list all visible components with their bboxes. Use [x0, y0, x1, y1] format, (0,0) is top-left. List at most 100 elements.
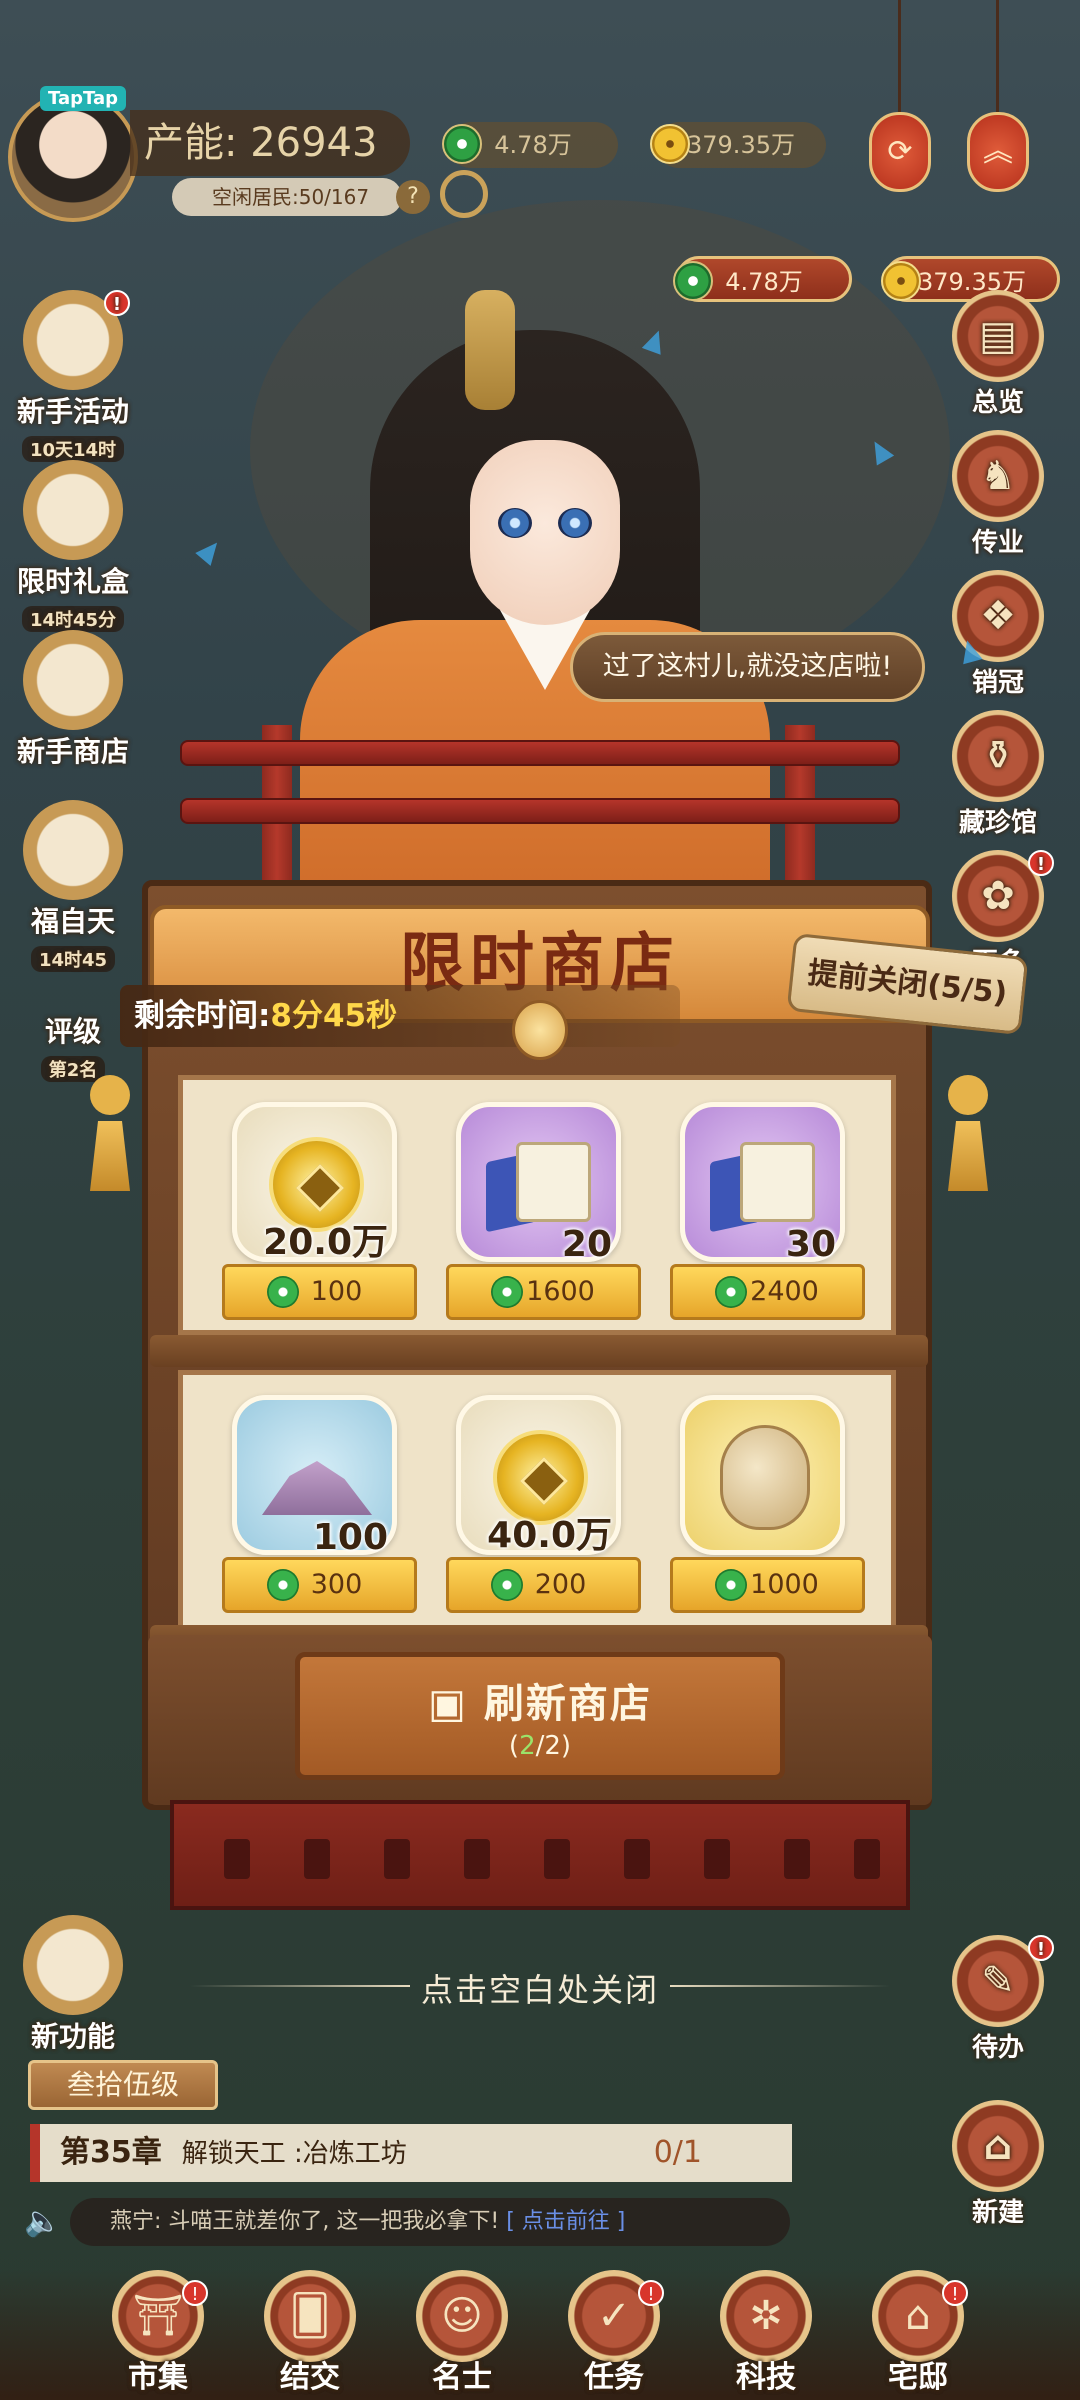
tassel-right-icon — [940, 1075, 996, 1215]
news-link[interactable]: [ 点击前往 ] — [506, 2209, 625, 2234]
build-button[interactable]: ⌂ 新建 — [938, 2100, 1058, 2229]
right-menu-museum[interactable]: ⚱ 藏珍馆 — [938, 710, 1058, 839]
jade-top-value: 4.78万 — [494, 131, 572, 159]
item-tile: 100 — [232, 1395, 397, 1558]
news-ticker[interactable]: 燕宁: 斗喵王就差你了, 这一把我必拿下! [ 点击前往 ] — [70, 2198, 790, 2246]
nav-market[interactable]: ⛩ 市集 ! — [88, 2270, 228, 2396]
cabinet-base — [170, 1800, 910, 1910]
help-button[interactable]: ? — [396, 180, 430, 214]
fortune-timer: 14时45 — [30, 946, 116, 972]
gate-beam-top — [180, 740, 900, 766]
tech-icon: ✲ — [720, 2270, 812, 2362]
player-level: 叁拾伍级 — [28, 2060, 218, 2110]
gift-box-icon — [23, 460, 123, 560]
left-menu-newbie-event[interactable]: 新手活动 10天14时 ! — [8, 290, 138, 463]
player-avatar[interactable] — [8, 92, 138, 222]
shop-item[interactable]: 20 1600 — [446, 1102, 641, 1320]
buy-button[interactable]: 1000 — [670, 1557, 865, 1613]
left-menu-fortune[interactable]: 福自天 14时45 — [8, 800, 138, 973]
idle-residents: 空闲居民:50/167 — [172, 178, 402, 216]
item-quantity: 30 — [785, 1224, 836, 1265]
timer-value: 8分45秒 — [270, 998, 398, 1034]
new-feature-button[interactable]: 新功能 — [8, 1915, 138, 2055]
item-price: 300 — [310, 1569, 363, 1600]
divider — [190, 1985, 410, 1987]
buy-button[interactable]: 300 — [222, 1557, 417, 1613]
buy-button[interactable]: 2400 — [670, 1264, 865, 1320]
lantern-collapse-icon[interactable]: ︽ — [967, 112, 1029, 192]
alert-badge: ! — [942, 2280, 968, 2306]
cards-icon: 🂠 — [264, 2270, 356, 2362]
jade-currency[interactable]: 4.78万 — [673, 256, 852, 302]
buy-button[interactable]: 200 — [446, 1557, 641, 1613]
book-scroll-icon — [710, 1137, 820, 1233]
refresh-shop-button[interactable]: ▣ 刷新商店 (2/2) — [295, 1652, 785, 1780]
lantern-settings-icon[interactable]: ⟳ — [869, 112, 931, 192]
gold-coin-icon — [881, 261, 921, 301]
gold-top-value: 379.35万 — [687, 131, 795, 159]
overview-label: 总览 — [971, 388, 1024, 418]
chapter-task-text: 解锁天工 :冶炼工坊 — [181, 2139, 407, 2169]
new-feature-label: 新功能 — [30, 2020, 115, 2053]
refresh-label: 刷新商店 — [483, 1681, 652, 1727]
right-menu-overview[interactable]: ▤ 总览 — [938, 290, 1058, 419]
shop-item[interactable]: 40.0万 200 — [446, 1395, 641, 1613]
right-menu-sales-champion[interactable]: ❖ 销冠 — [938, 570, 1058, 699]
left-menu-rating[interactable]: 评级 第2名 — [8, 1010, 138, 1083]
museum-vase-icon: ⚱ — [952, 710, 1044, 802]
todo-button[interactable]: ✎ 待办 ! — [938, 1935, 1058, 2064]
item-price: 1600 — [526, 1276, 595, 1307]
item-tile: 20 — [456, 1102, 621, 1265]
production-display: 产能: 26943 — [130, 110, 410, 176]
item-price: 200 — [534, 1569, 587, 1600]
news-text: 燕宁: 斗喵王就差你了, 这一把我必拿下! — [110, 2209, 500, 2234]
nav-social-label: 结交 — [280, 2360, 340, 2395]
refresh-count-open: ( — [508, 1731, 520, 1761]
jade-coin-icon — [491, 1569, 523, 1601]
right-menu-inheritance[interactable]: ♞ 传业 — [938, 430, 1058, 559]
chapter-task[interactable]: 第35章 解锁天工 :冶炼工坊 0/1 — [30, 2124, 792, 2182]
jade-coin-icon — [267, 1276, 299, 1308]
fortune-icon — [23, 800, 123, 900]
hair-ornament — [465, 290, 515, 410]
scholar-icon: ☺ — [416, 2270, 508, 2362]
overview-icon: ▤ — [952, 290, 1044, 382]
gold-currency-top: 379.35万 — [650, 122, 826, 168]
shop-item[interactable]: 1000 — [670, 1395, 865, 1613]
nav-scholars-label: 名士 — [432, 2360, 492, 2395]
lantern-string — [996, 0, 999, 115]
jade-value: 4.78万 — [725, 268, 803, 296]
nav-tech[interactable]: ✲ 科技 — [696, 2270, 836, 2396]
production-label: 产能: — [144, 120, 238, 166]
left-menu-gift-box[interactable]: 限时礼盒 14时45分 — [8, 460, 138, 633]
shop-item[interactable]: 30 2400 — [670, 1102, 865, 1320]
nav-scholars[interactable]: ☺ 名士 — [392, 2270, 532, 2396]
nav-social[interactable]: 🂠 结交 — [240, 2270, 380, 2396]
jade-coin-icon — [715, 1569, 747, 1601]
shop-item[interactable]: 100 300 — [222, 1395, 417, 1613]
inheritance-label: 传业 — [971, 528, 1024, 558]
book-scroll-icon — [486, 1137, 596, 1233]
rating-label: 评级 — [44, 1015, 101, 1048]
lock-ornament-icon — [512, 1000, 568, 1060]
buy-button[interactable]: 100 — [222, 1264, 417, 1320]
shop-timer: 剩余时间:8分45秒 — [134, 985, 397, 1047]
speaker-icon: 🔈 — [24, 2204, 62, 2239]
buy-button[interactable]: 1600 — [446, 1264, 641, 1320]
refresh-count: (2/2) — [300, 1731, 780, 1761]
wheel-icon[interactable] — [440, 170, 488, 218]
nav-tasks[interactable]: ✓ 任务 ! — [544, 2270, 684, 2396]
production-value: 26943 — [250, 120, 378, 166]
build-house-icon: ⌂ — [952, 2100, 1044, 2192]
item-tile — [680, 1395, 845, 1555]
close-hint[interactable]: 点击空白处关闭 — [190, 1965, 890, 2011]
nav-mansion[interactable]: ⌂ 宅邸 ! — [848, 2270, 988, 2396]
jade-coin-icon — [267, 1569, 299, 1601]
taptap-badge: TapTap — [40, 86, 126, 111]
left-menu-newbie-shop[interactable]: 新手商店 — [8, 630, 138, 770]
item-tile: 20.0万 — [232, 1102, 397, 1263]
jade-coin-icon — [491, 1276, 523, 1308]
todo-label: 待办 — [971, 2033, 1024, 2063]
item-quantity: 20 — [561, 1224, 612, 1265]
shop-item[interactable]: 20.0万 100 — [222, 1102, 417, 1320]
